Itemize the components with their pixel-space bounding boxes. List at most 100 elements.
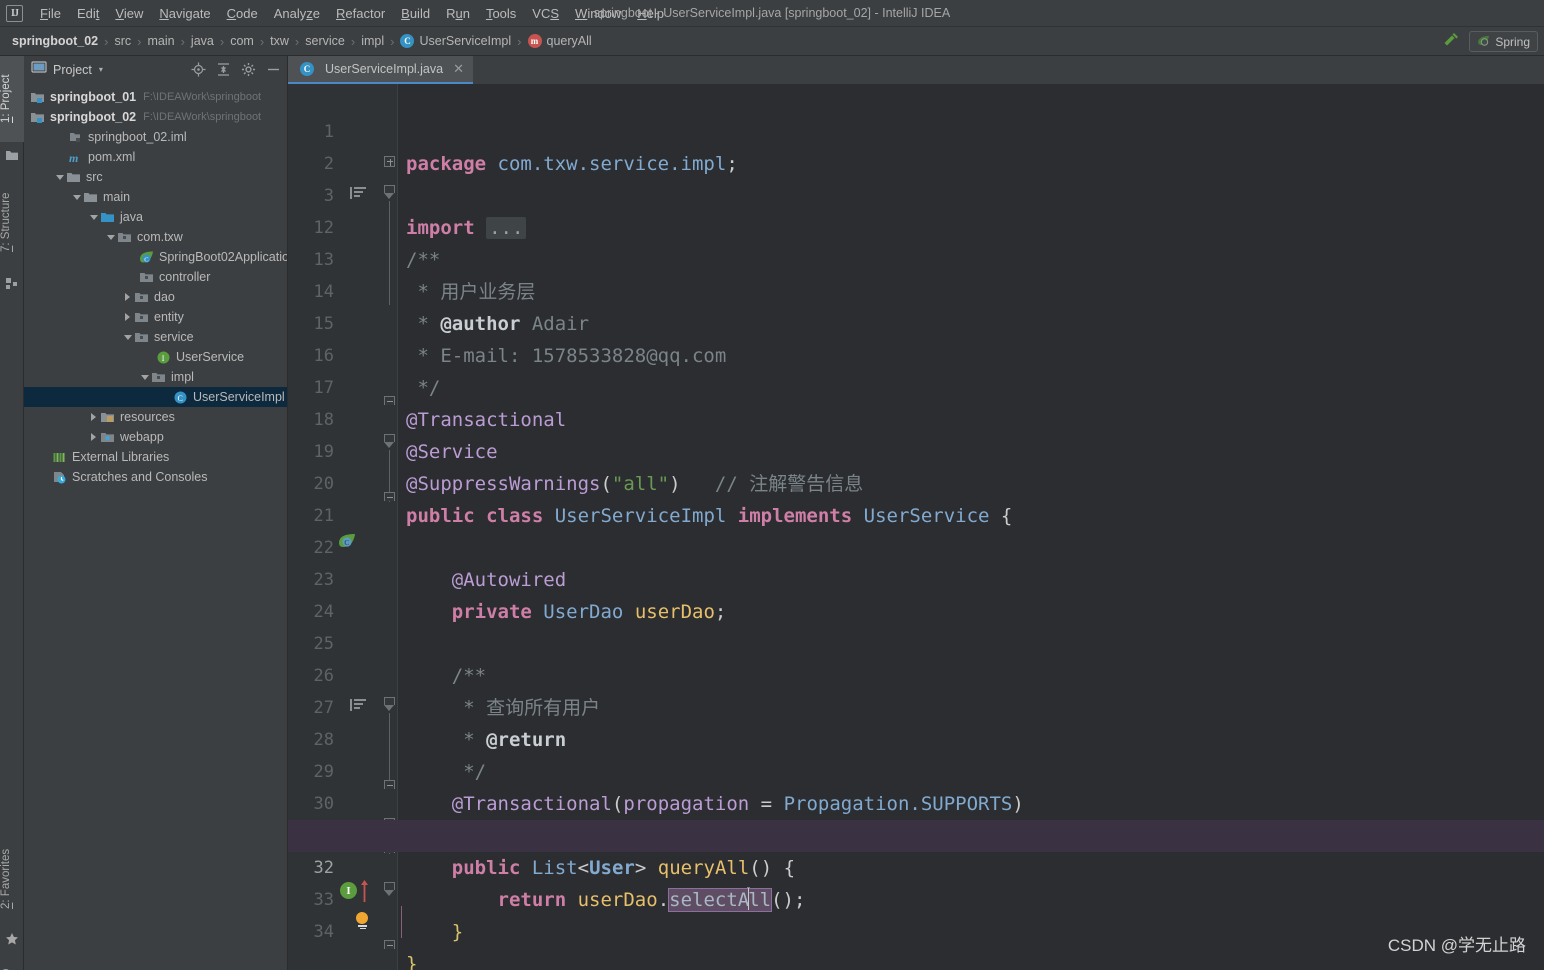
chevron-down-icon[interactable]: ▾ (99, 65, 103, 74)
code-line-15[interactable]: 15 * E-mail: 1578533828@qq.com (288, 276, 1544, 367)
close-icon[interactable]: ✕ (453, 61, 464, 77)
breadcrumb-item-impl[interactable]: impl (361, 34, 384, 48)
chevron-down-icon[interactable] (139, 371, 151, 383)
folder-icon (66, 170, 81, 185)
tree-item-springboot_02[interactable]: springboot_02 F:\IDEAWork\springboot (24, 107, 287, 127)
code-line-2[interactable]: 2 (288, 116, 1544, 174)
code-line-1[interactable]: 1 package com.txw.service.impl; (288, 84, 1544, 175)
breadcrumb-item-service[interactable]: service (305, 34, 345, 48)
menu-run[interactable]: Run (438, 3, 478, 24)
code-line-17[interactable]: 17 @Transactional (288, 340, 1544, 431)
tree-item-main[interactable]: main (24, 187, 287, 207)
tree-item-controller[interactable]: controller (24, 267, 287, 287)
tree-item-java[interactable]: java (24, 207, 287, 227)
tree-item-pom[interactable]: m pom.xml (24, 147, 287, 167)
editor-tab-userserviceimpl[interactable]: C UserServiceImpl.java ✕ (288, 56, 473, 84)
tree-item-resources[interactable]: resources (24, 407, 287, 427)
sidebar-item-web[interactable]: Web (0, 956, 24, 970)
menu-analyze[interactable]: Analyze (266, 3, 328, 24)
breadcrumb-separator: › (517, 33, 522, 49)
code-line-12[interactable]: 12 /** (288, 180, 1544, 271)
sidebar-item-structure[interactable]: 7: Structure (0, 174, 24, 270)
code-line-3[interactable]: 3 import ... (288, 148, 1544, 239)
code-line-16[interactable]: 16 */ (288, 308, 1544, 399)
breadcrumb-item-project[interactable]: springboot_02 (12, 34, 98, 48)
package-icon (134, 290, 149, 305)
code-line-20[interactable]: 20 public class UserServiceImpl implemen… (288, 436, 1544, 527)
chevron-right-icon[interactable] (88, 411, 100, 423)
tree-item-dao[interactable]: dao (24, 287, 287, 307)
run-config-label: Spring (1495, 34, 1530, 49)
breadcrumb-item-src[interactable]: src (114, 34, 131, 48)
code-line-30[interactable]: 30 @Override (288, 756, 1544, 847)
tree-item-iml[interactable]: springboot_02.iml (24, 127, 287, 147)
menu-build[interactable]: Build (393, 3, 438, 24)
code-line-21[interactable]: 21 (288, 468, 1544, 526)
menu-file[interactable]: File (32, 3, 69, 24)
menu-vcs[interactable]: VCS (524, 3, 567, 24)
chevron-down-icon[interactable] (88, 211, 100, 223)
settings-gear-icon[interactable] (241, 62, 256, 77)
chevron-right-icon[interactable] (88, 431, 100, 443)
menu-window[interactable]: Window (567, 3, 629, 24)
package-icon (151, 370, 166, 385)
tree-item-scratches-and-consoles[interactable]: Scratches and Consoles (24, 467, 287, 487)
hide-icon[interactable] (266, 62, 281, 77)
tree-item-com-txw[interactable]: com.txw (24, 227, 287, 247)
hammer-build-icon[interactable] (1441, 29, 1461, 54)
breadcrumb-item-method[interactable]: m queryAll (527, 34, 592, 48)
code-line-26[interactable]: 26 * 查询所有用户 (288, 628, 1544, 719)
chevron-down-icon[interactable] (105, 231, 117, 243)
menu-edit[interactable]: Edit (69, 3, 107, 24)
menu-navigate[interactable]: Navigate (151, 3, 218, 24)
chevron-down-icon[interactable] (71, 191, 83, 203)
menu-refactor[interactable]: Refactor (328, 3, 393, 24)
code-line-27[interactable]: 27 * @return (288, 660, 1544, 751)
breadcrumb-item-txw[interactable]: txw (270, 34, 289, 48)
tree-item-service[interactable]: service (24, 327, 287, 347)
tree-item-springboot_01[interactable]: springboot_01 F:\IDEAWork\springboot (24, 87, 287, 107)
sidebar-item-project[interactable]: 1: Project (0, 56, 24, 142)
navbar-right-controls: Spring (1441, 27, 1538, 56)
tree-item-src[interactable]: src (24, 167, 287, 187)
tree-item-userservice[interactable]: I UserService (24, 347, 287, 367)
code-line-18[interactable]: 18 @Service (288, 372, 1544, 463)
code-line-19[interactable]: 19 @SuppressWarnings("all") // 注解警告信息 (288, 404, 1544, 495)
code-editor[interactable]: C 1 package com.txw.service.impl; 2 3 im… (288, 84, 1544, 970)
run-configuration-selector[interactable]: Spring (1469, 31, 1538, 52)
menu-code[interactable]: Code (219, 3, 266, 24)
code-line-24[interactable]: 24 (288, 564, 1544, 622)
breadcrumb-item-java[interactable]: java (191, 34, 214, 48)
tree-item-springboot02application[interactable]: C SpringBoot02Application (24, 247, 287, 267)
menu-tools[interactable]: Tools (478, 3, 524, 24)
menu-view[interactable]: View (107, 3, 151, 24)
code-line-32[interactable]: 32 return userDao.selectAll(); (288, 820, 1544, 912)
code-line-14[interactable]: 14 * @author Adair (288, 244, 1544, 335)
tree-item-impl[interactable]: impl (24, 367, 287, 387)
tree-item-entity[interactable]: entity (24, 307, 287, 327)
code-line-25[interactable]: 25 /** (288, 596, 1544, 687)
sidebar-item-favorites[interactable]: 2: Favorites (0, 831, 24, 927)
tree-item-webapp[interactable]: webapp (24, 427, 287, 447)
code-line-22[interactable]: 22 @Autowired (288, 500, 1544, 591)
code-line-31[interactable]: 31 public List<User> queryAll() { (288, 788, 1544, 879)
code-line-34[interactable]: 34 } (288, 884, 1544, 970)
locate-icon[interactable] (191, 62, 206, 77)
chevron-down-icon[interactable] (54, 171, 66, 183)
menu-help[interactable]: Help (629, 3, 672, 24)
code-line-13[interactable]: 13 * 用户业务层 (288, 212, 1544, 303)
breadcrumb-item-com[interactable]: com (230, 34, 254, 48)
tree-item-external-libraries[interactable]: External Libraries (24, 447, 287, 467)
collapse-all-icon[interactable] (216, 62, 231, 77)
tree-item-userserviceimpl[interactable]: C UserServiceImpl (24, 387, 287, 407)
code-line-23[interactable]: 23 private UserDao userDao; (288, 532, 1544, 623)
code-line-28[interactable]: 28 */ (288, 692, 1544, 783)
chevron-down-icon[interactable] (122, 331, 134, 343)
code-line-33[interactable]: 33 } (288, 852, 1544, 943)
breadcrumb-item-class[interactable]: C UserServiceImpl (400, 34, 511, 48)
breadcrumb-item-main[interactable]: main (147, 34, 174, 48)
code-line-29[interactable]: 29 @Transactional(propagation = Propagat… (288, 724, 1544, 815)
chevron-right-icon[interactable] (122, 291, 134, 303)
iml-icon (68, 130, 83, 145)
chevron-right-icon[interactable] (122, 311, 134, 323)
